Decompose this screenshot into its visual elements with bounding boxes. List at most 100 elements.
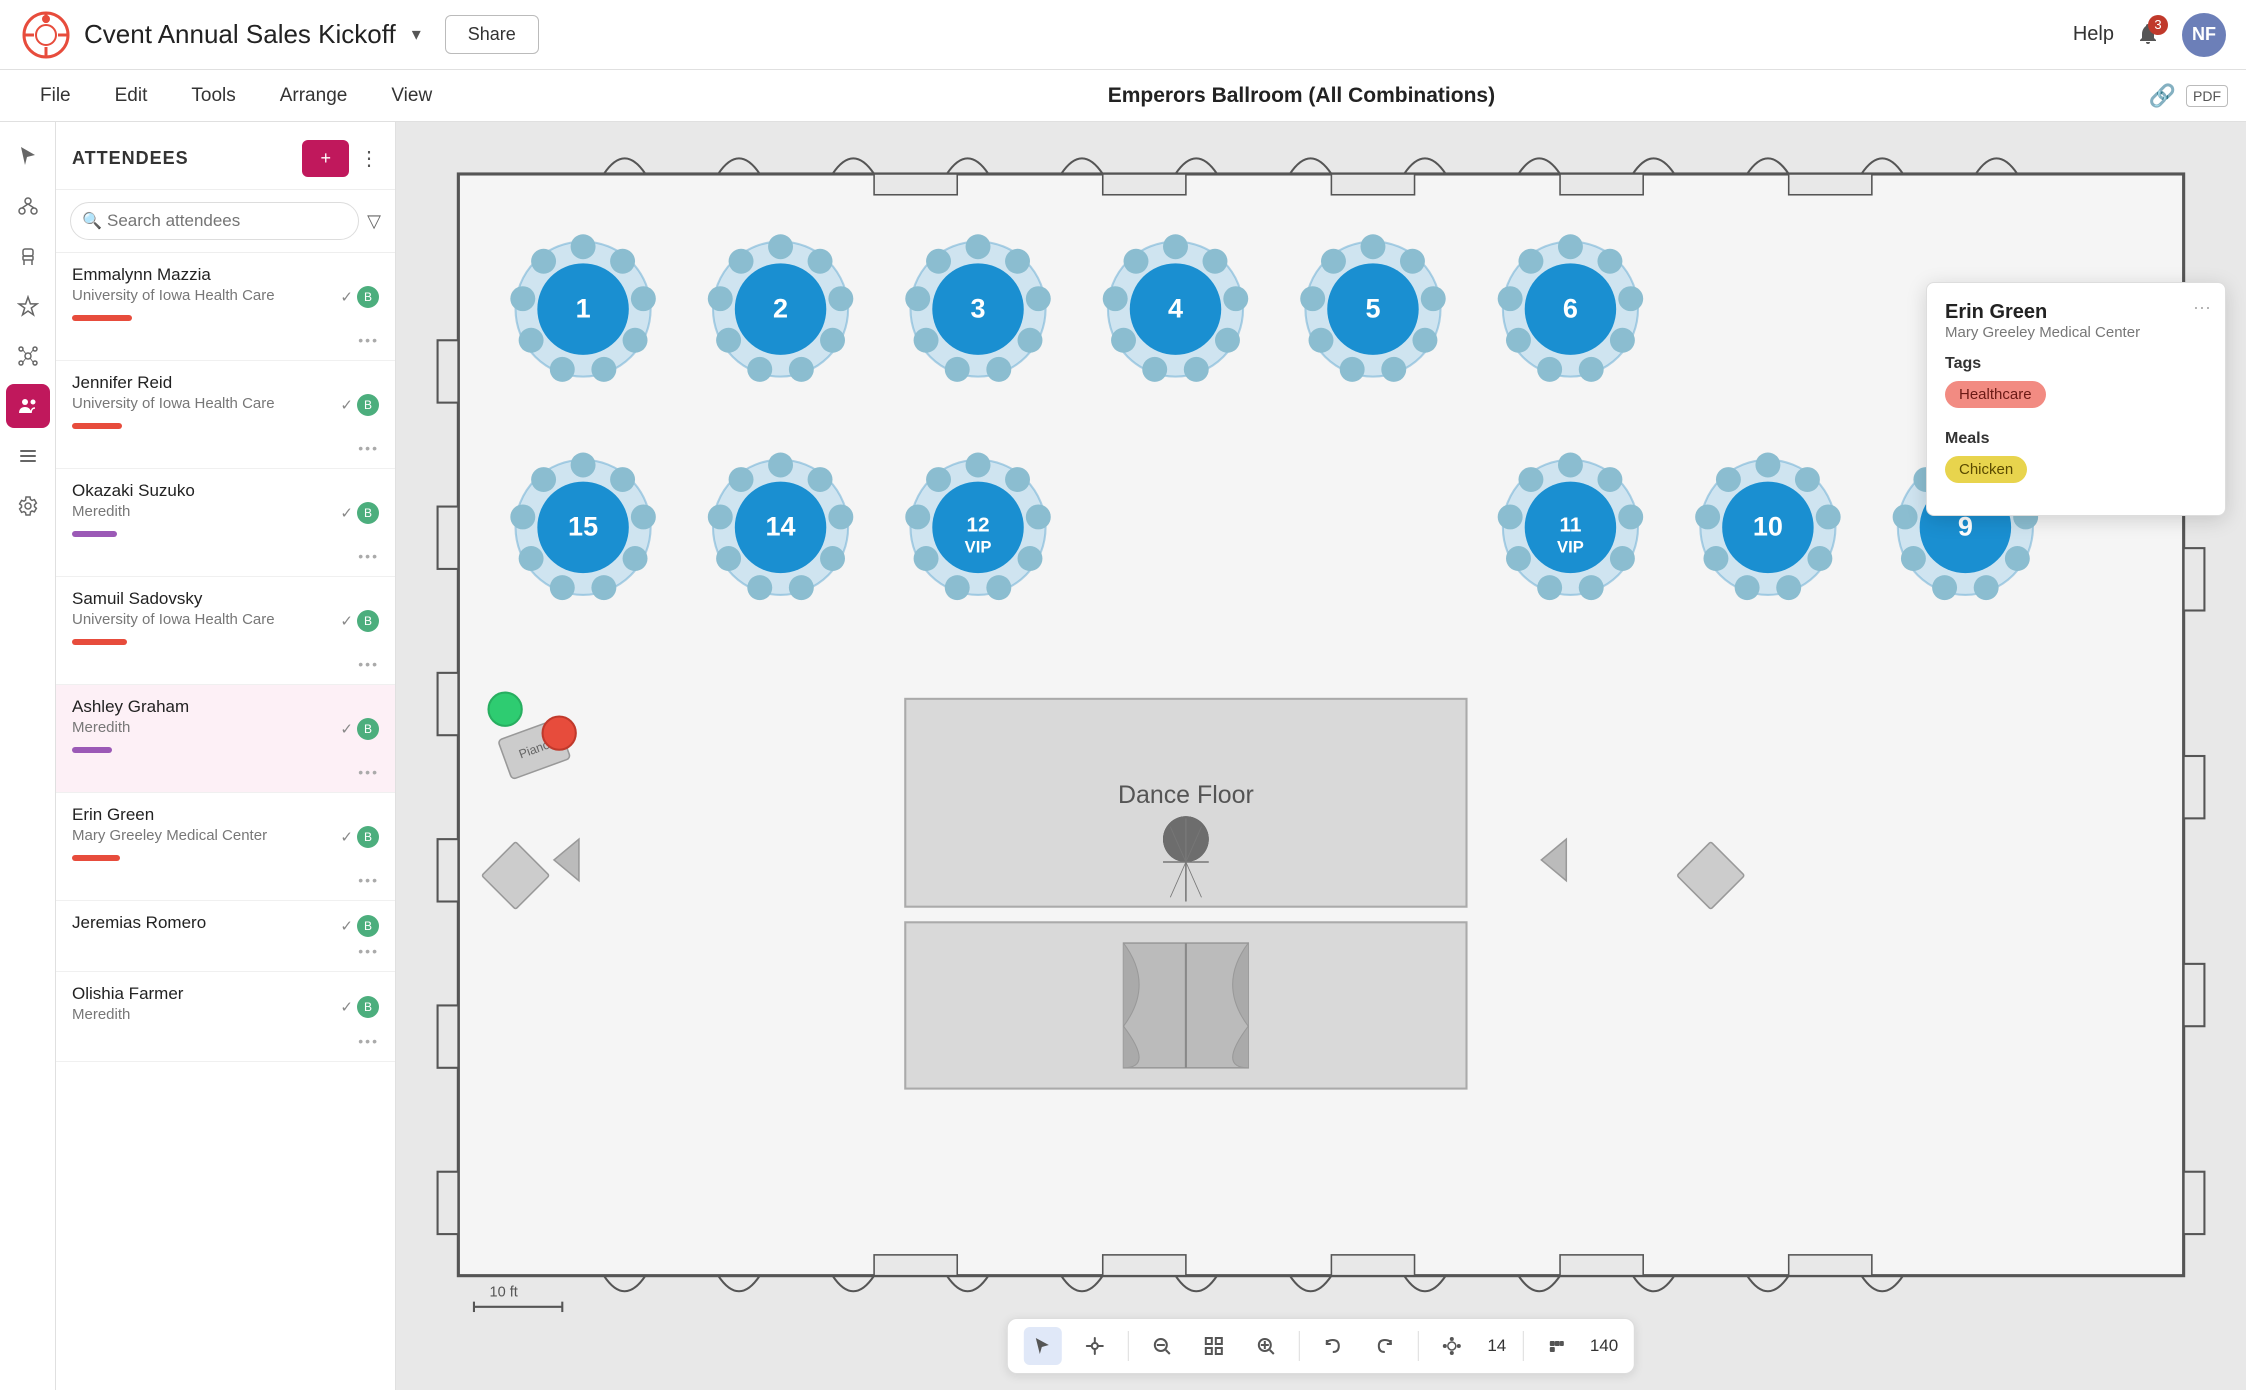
table-count: 14 bbox=[1485, 1336, 1509, 1356]
attendee-item[interactable]: Jennifer Reid University of Iowa Health … bbox=[56, 361, 395, 469]
attendee-item[interactable]: Samuil Sadovsky University of Iowa Healt… bbox=[56, 577, 395, 685]
tool-select[interactable] bbox=[6, 134, 50, 178]
svg-text:5: 5 bbox=[1365, 293, 1380, 323]
attendee-org: Meredith bbox=[72, 719, 189, 736]
attendees-title: ATTENDEES bbox=[72, 148, 292, 169]
attendee-item[interactable]: Erin Green Mary Greeley Medical Center ✓… bbox=[56, 793, 395, 901]
item-more-button[interactable]: ••• bbox=[358, 872, 379, 888]
svg-text:Dance Floor: Dance Floor bbox=[1118, 781, 1254, 809]
add-attendee-button[interactable]: + bbox=[302, 140, 349, 177]
pdf-icon[interactable]: PDF bbox=[2186, 85, 2228, 107]
menu-file[interactable]: File bbox=[18, 70, 93, 121]
menu-tools[interactable]: Tools bbox=[169, 70, 257, 121]
tool-settings[interactable] bbox=[6, 484, 50, 528]
svg-text:9: 9 bbox=[1958, 512, 1973, 542]
check-icon: ✓ bbox=[340, 998, 353, 1016]
placed-attendee-2[interactable] bbox=[543, 717, 576, 750]
menu-view[interactable]: View bbox=[369, 70, 454, 121]
dropdown-arrow-icon[interactable]: ▾ bbox=[412, 24, 421, 45]
attendee-name: Ashley Graham bbox=[72, 697, 189, 717]
notifications-button[interactable]: 3 bbox=[2126, 13, 2170, 57]
item-more-button[interactable]: ••• bbox=[358, 943, 379, 959]
popup-tags-section: Tags Healthcare bbox=[1945, 355, 2207, 422]
attendee-item[interactable]: Jeremias Romero ✓ B ••• bbox=[56, 901, 395, 972]
tool-grid[interactable] bbox=[6, 334, 50, 378]
menu-edit[interactable]: Edit bbox=[93, 70, 170, 121]
attendee-org: Meredith bbox=[72, 503, 195, 520]
item-more-button[interactable]: ••• bbox=[358, 764, 379, 780]
bottom-toolbar: 14 140 bbox=[1007, 1318, 1635, 1374]
undo-button[interactable] bbox=[1314, 1327, 1352, 1365]
arrange-button[interactable] bbox=[1433, 1327, 1471, 1365]
item-more-button[interactable]: ••• bbox=[358, 548, 379, 564]
seat-count: 140 bbox=[1590, 1336, 1618, 1356]
more-options-button[interactable]: ⋮ bbox=[359, 146, 379, 171]
attendee-tag bbox=[72, 423, 122, 429]
badge-icon: B bbox=[357, 826, 379, 848]
attendee-item[interactable]: Olishia Farmer Meredith ✓ B ••• bbox=[56, 972, 395, 1062]
help-link[interactable]: Help bbox=[2073, 23, 2114, 46]
item-more-button[interactable]: ••• bbox=[358, 440, 379, 456]
seat-layout-button[interactable] bbox=[1538, 1327, 1576, 1365]
badge-icon: B bbox=[357, 394, 379, 416]
tool-list[interactable] bbox=[6, 434, 50, 478]
pan-tool-button[interactable] bbox=[1076, 1327, 1114, 1365]
fit-view-button[interactable] bbox=[1195, 1327, 1233, 1365]
attendee-tag bbox=[72, 639, 127, 645]
tool-star[interactable] bbox=[6, 284, 50, 328]
search-input[interactable] bbox=[70, 202, 359, 240]
popup-person-name: Erin Green bbox=[1945, 301, 2207, 324]
check-icon: ✓ bbox=[340, 396, 353, 414]
attendee-item[interactable]: Emmalynn Mazzia University of Iowa Healt… bbox=[56, 253, 395, 361]
attendee-tag bbox=[72, 855, 120, 861]
page-title: Emperors Ballroom (All Combinations) bbox=[454, 84, 2148, 108]
attendee-name: Samuil Sadovsky bbox=[72, 589, 275, 609]
check-icon: ✓ bbox=[340, 828, 353, 846]
tool-people[interactable] bbox=[6, 384, 50, 428]
attendee-org: University of Iowa Health Care bbox=[72, 395, 275, 412]
svg-text:15: 15 bbox=[568, 512, 598, 542]
badge-icon: B bbox=[357, 915, 379, 937]
select-tool-button[interactable] bbox=[1024, 1327, 1062, 1365]
attendee-name: Okazaki Suzuko bbox=[72, 481, 195, 501]
popup-meals-label: Meals bbox=[1945, 430, 2207, 448]
attendee-org: University of Iowa Health Care bbox=[72, 611, 275, 628]
svg-text:6: 6 bbox=[1563, 293, 1578, 323]
share-button[interactable]: Share bbox=[445, 15, 539, 54]
attendee-name: Olishia Farmer bbox=[72, 984, 183, 1004]
placed-attendee-1[interactable] bbox=[489, 693, 522, 726]
svg-text:VIP: VIP bbox=[965, 537, 992, 556]
popup-more-icon[interactable]: ··· bbox=[2193, 297, 2211, 318]
popup-tag-chicken[interactable]: Chicken bbox=[1945, 456, 2027, 483]
notification-badge: 3 bbox=[2148, 15, 2168, 35]
menu-arrange[interactable]: Arrange bbox=[258, 70, 370, 121]
item-more-button[interactable]: ••• bbox=[358, 656, 379, 672]
attendee-org: Mary Greeley Medical Center bbox=[72, 827, 267, 844]
attendee-item[interactable]: Okazaki Suzuko Meredith ✓ B ••• bbox=[56, 469, 395, 577]
search-icon: 🔍 bbox=[82, 211, 102, 231]
attendee-tag bbox=[72, 747, 112, 753]
svg-text:10 ft: 10 ft bbox=[490, 1284, 518, 1300]
attendee-org: University of Iowa Health Care bbox=[72, 287, 275, 304]
zoom-in-button[interactable] bbox=[1247, 1327, 1285, 1365]
item-more-button[interactable]: ••• bbox=[358, 332, 379, 348]
tool-chair[interactable] bbox=[6, 234, 50, 278]
zoom-out-button[interactable] bbox=[1143, 1327, 1181, 1365]
check-icon: ✓ bbox=[340, 917, 353, 935]
user-avatar[interactable]: NF bbox=[2182, 13, 2226, 57]
attendee-item[interactable]: Ashley Graham Meredith ✓ B ••• bbox=[56, 685, 395, 793]
svg-text:3: 3 bbox=[971, 293, 986, 323]
plus-icon: + bbox=[320, 148, 331, 169]
badge-icon: B bbox=[357, 996, 379, 1018]
tool-network[interactable] bbox=[6, 184, 50, 228]
badge-icon: B bbox=[357, 502, 379, 524]
redo-button[interactable] bbox=[1366, 1327, 1404, 1365]
svg-text:10: 10 bbox=[1753, 512, 1783, 542]
app-logo bbox=[20, 9, 72, 61]
popup-tag-healthcare[interactable]: Healthcare bbox=[1945, 381, 2046, 408]
item-more-button[interactable]: ••• bbox=[358, 1033, 379, 1049]
attendee-name: Jeremias Romero bbox=[72, 913, 206, 933]
link-icon[interactable]: 🔗 bbox=[2149, 83, 2176, 109]
filter-icon[interactable]: ▽ bbox=[367, 211, 381, 232]
attendee-org: Meredith bbox=[72, 1006, 183, 1023]
